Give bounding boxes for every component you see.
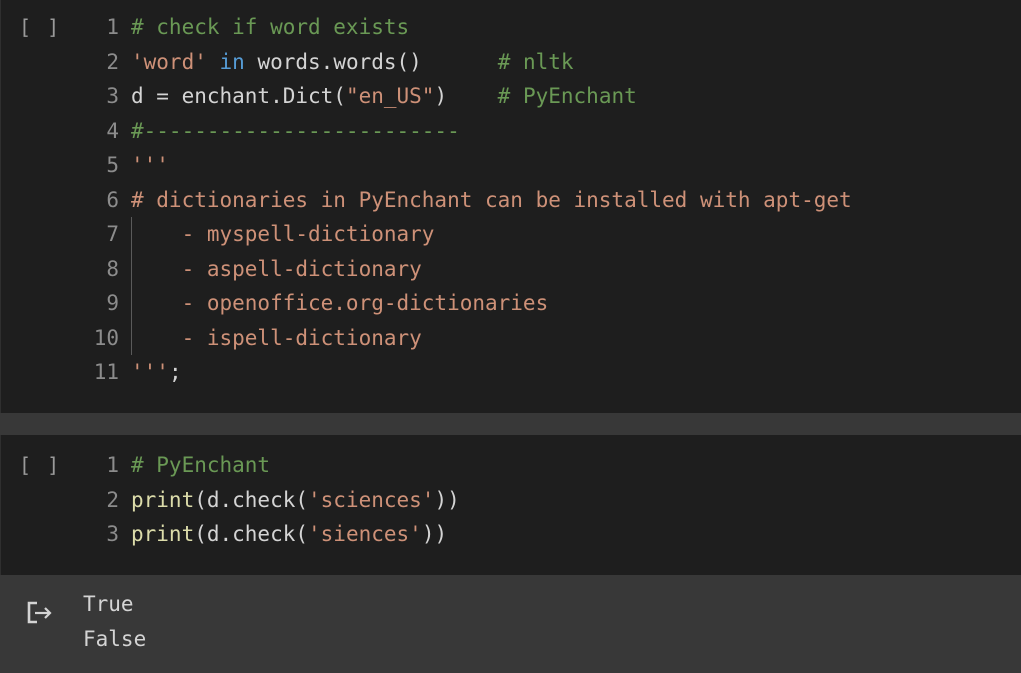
code-line[interactable]: 1 # PyEnchant <box>1 448 1021 483</box>
code-text: print(d.check('siences')) <box>131 517 447 552</box>
code-token: ''' <box>131 360 169 384</box>
line-number: 2 <box>106 487 119 512</box>
code-line[interactable]: 6 # dictionaries in PyEnchant can be inst… <box>1 183 1021 218</box>
code-token: words.words() <box>244 49 498 74</box>
code-text: - openoffice.org-dictionaries <box>131 286 549 321</box>
line-number: 6 <box>106 187 119 212</box>
code-text: # PyEnchant <box>131 448 270 483</box>
cell-separator <box>0 413 1021 435</box>
code-text: # dictionaries in PyEnchant can be insta… <box>131 183 852 218</box>
code-line[interactable]: 8 - aspell-dictionary <box>1 251 1021 287</box>
code-text: print(d.check('sciences')) <box>131 483 460 518</box>
output-line: False <box>83 626 147 651</box>
code-token: "en_US" <box>345 84 435 108</box>
line-number: 4 <box>106 118 119 143</box>
code-line[interactable]: 3 d = enchant.Dict("en_US") # PyEnchant <box>1 79 1021 114</box>
code-line[interactable]: 3 print(d.check('siences')) <box>1 517 1021 552</box>
code-line[interactable]: 10 - ispell-dictionary <box>1 320 1021 356</box>
code-editor[interactable]: 1 # PyEnchant 2 print(d.check('sciences')) 3… <box>1 448 1021 552</box>
code-token: print <box>131 522 195 546</box>
line-number: 8 <box>106 256 119 281</box>
code-text: 'word' in words.words() # nltk <box>131 45 574 80</box>
code-text: '''; <box>131 355 182 390</box>
code-line[interactable]: 2 print(d.check('sciences')) <box>1 483 1021 518</box>
output-line: True <box>83 592 134 616</box>
code-text: - aspell-dictionary <box>131 252 422 287</box>
line-number: 9 <box>106 291 119 315</box>
code-token: 'word' <box>131 49 207 74</box>
code-editor[interactable]: 1 # check if word exists 2 'word' in words.… <box>1 10 1021 390</box>
code-cell-2[interactable]: [ ] 1 # PyEnchant 2 print(d.check('sciences… <box>0 435 1021 575</box>
code-token: ; <box>168 360 182 384</box>
code-line[interactable]: 1 # check if word exists <box>1 10 1021 45</box>
code-token: ''' <box>131 153 169 177</box>
code-token: - aspell-dictionary <box>131 256 422 281</box>
code-token: # PyEnchant <box>131 453 271 477</box>
code-line[interactable]: 4 #------------------------- <box>1 114 1021 149</box>
code-token: (d.check( <box>194 522 309 546</box>
code-line[interactable]: 2 'word' in words.words() # nltk <box>1 45 1021 80</box>
code-token: (d.check( <box>194 487 309 512</box>
code-token: in <box>219 49 245 74</box>
code-text: # check if word exists <box>131 10 409 45</box>
code-token: )) <box>421 522 448 546</box>
code-token: - openoffice.org-dictionaries <box>131 291 549 315</box>
line-number: 3 <box>106 522 119 546</box>
code-text: #------------------------- <box>131 114 460 149</box>
output-text: True False <box>83 587 146 656</box>
code-text: d = enchant.Dict("en_US") # PyEnchant <box>131 79 637 114</box>
code-cell-1[interactable]: [ ] 1 # check if word exists 2'word' in wo… <box>0 0 1021 413</box>
code-text: - ispell-dictionary <box>131 321 422 356</box>
code-line[interactable]: 7 - myspell-dictionary <box>1 217 1021 252</box>
cell-output: True False <box>0 575 1021 673</box>
code-token: )) <box>434 487 460 512</box>
code-line[interactable]: 9 - openoffice.org-dictionaries <box>1 286 1021 321</box>
code-token: 'sciences' <box>308 487 435 512</box>
line-number: 1 <box>106 15 119 39</box>
code-token: - myspell-dictionary <box>131 222 435 246</box>
code-token: d = enchant.Dict( <box>131 84 346 108</box>
code-token: # check if word exists <box>131 15 410 39</box>
code-token: # dictionaries in PyEnchant can be insta… <box>131 187 852 212</box>
code-text: - myspell-dictionary <box>131 217 435 252</box>
line-number: 10 <box>93 325 119 350</box>
line-number: 2 <box>106 49 119 74</box>
line-number: 1 <box>106 453 119 477</box>
line-number: 7 <box>106 222 119 246</box>
code-text: ''' <box>131 148 169 183</box>
line-number: 3 <box>106 84 119 108</box>
code-token: # PyEnchant <box>497 84 637 108</box>
line-number: 5 <box>106 153 119 177</box>
code-token: print <box>131 487 195 512</box>
line-number: 11 <box>93 360 119 384</box>
code-token: #------------------------- <box>131 118 460 143</box>
code-token: 'siences' <box>308 522 422 546</box>
code-token: - ispell-dictionary <box>131 325 422 350</box>
code-token: ) <box>434 84 498 108</box>
code-line[interactable]: 5 ''' <box>1 148 1021 183</box>
output-redirect-icon[interactable] <box>24 595 58 629</box>
code-line[interactable]: 11 '''; <box>1 355 1021 390</box>
code-token: # nltk <box>497 49 574 74</box>
